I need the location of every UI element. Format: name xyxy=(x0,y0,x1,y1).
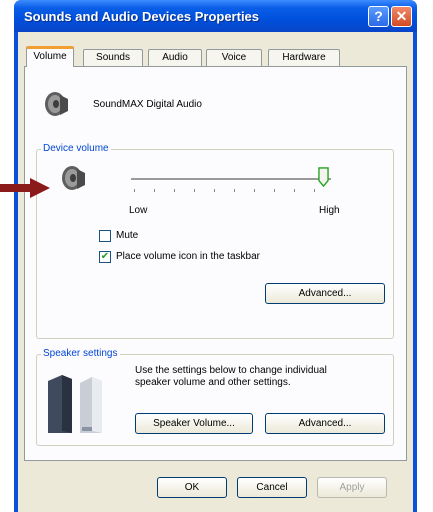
speaker-settings-group: Speaker settings Use the settings below … xyxy=(36,348,394,446)
speaker-icon xyxy=(45,92,68,116)
tab-strip: Volume Sounds Audio Voice Hardware xyxy=(18,32,413,67)
title-bar[interactable]: Sounds and Audio Devices Properties ? ✕ xyxy=(14,0,417,32)
speakers-icon xyxy=(48,375,102,433)
speaker-settings-group-label: Speaker settings xyxy=(41,348,120,359)
device-advanced-button[interactable]: Advanced... xyxy=(265,283,385,304)
slider-tick xyxy=(154,189,155,192)
taskbar-icon-label: Place volume icon in the taskbar xyxy=(116,251,260,262)
mute-checkbox[interactable] xyxy=(99,230,111,242)
speaker-volume-button[interactable]: Speaker Volume... xyxy=(135,413,253,434)
volume-tab-panel: SoundMAX Digital Audio Device volume Low… xyxy=(24,66,407,461)
dialog-body: Volume Sounds Audio Voice Hardware Sound… xyxy=(18,32,413,512)
volume-low-label: Low xyxy=(129,205,148,216)
slider-tick xyxy=(254,189,255,192)
tab-voice[interactable]: Voice xyxy=(206,49,262,66)
apply-button[interactable]: Apply xyxy=(317,477,387,498)
slider-tick xyxy=(134,189,135,192)
volume-speaker-icon xyxy=(62,166,85,190)
taskbar-icon-checkbox[interactable]: ✔ xyxy=(99,251,111,263)
volume-slider-track[interactable] xyxy=(131,178,331,181)
tab-volume[interactable]: Volume xyxy=(26,46,74,67)
slider-tick xyxy=(234,189,235,192)
volume-high-label: High xyxy=(319,205,340,216)
slider-tick xyxy=(214,189,215,192)
volume-slider-thumb[interactable] xyxy=(318,167,329,187)
properties-window: Sounds and Audio Devices Properties ? ✕ … xyxy=(14,0,417,512)
device-name: SoundMAX Digital Audio xyxy=(93,99,202,110)
tab-sounds[interactable]: Sounds xyxy=(83,49,143,66)
slider-tick xyxy=(314,189,315,192)
device-volume-group: Device volume Low High Mute ✔ Place volu… xyxy=(36,143,394,339)
close-button[interactable]: ✕ xyxy=(391,6,412,27)
device-volume-group-label: Device volume xyxy=(41,143,111,154)
red-arrow-icon xyxy=(0,178,50,198)
mute-label: Mute xyxy=(116,230,139,241)
slider-tick xyxy=(274,189,275,192)
tab-audio[interactable]: Audio xyxy=(148,49,202,66)
speaker-advanced-button[interactable]: Advanced... xyxy=(265,413,385,434)
speaker-description-line2: speaker volume and other settings. xyxy=(135,377,291,388)
slider-tick xyxy=(194,189,195,192)
slider-tick xyxy=(294,189,295,192)
cancel-button[interactable]: Cancel xyxy=(237,477,307,498)
speaker-description-line1: Use the settings below to change individ… xyxy=(135,365,327,376)
window-title: Sounds and Audio Devices Properties xyxy=(24,9,260,24)
tab-hardware[interactable]: Hardware xyxy=(268,49,340,66)
slider-tick xyxy=(174,189,175,192)
ok-button[interactable]: OK xyxy=(157,477,227,498)
help-button[interactable]: ? xyxy=(368,6,389,27)
